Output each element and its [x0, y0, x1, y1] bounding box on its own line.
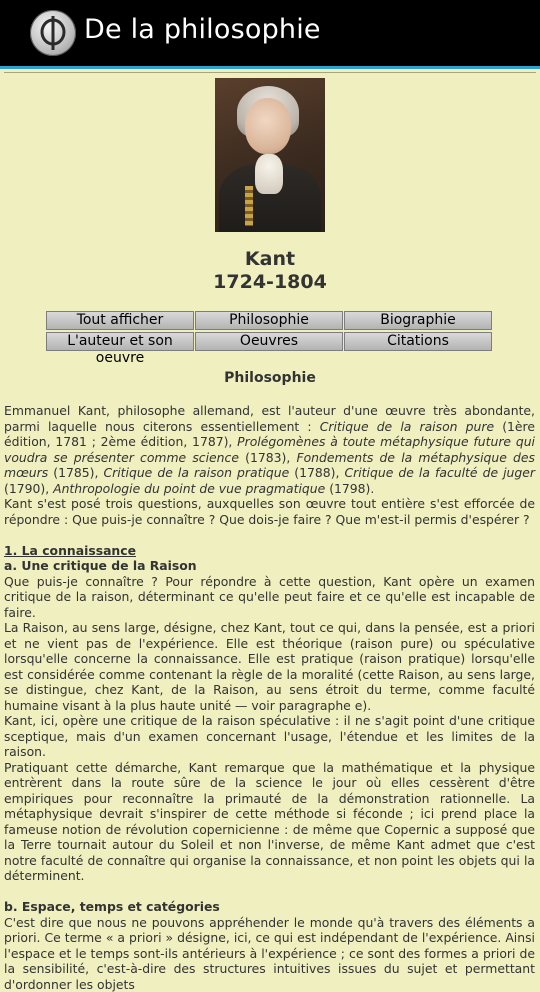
section-title: Philosophie [0, 370, 540, 386]
paragraph: Kant, ici, opère une critique de la rais… [4, 713, 535, 760]
heading-knowledge: 1. La connaissance [4, 543, 535, 559]
app-bar-accent [0, 66, 540, 69]
paragraph: Pratiquant cette démarche, Kant remarque… [4, 760, 535, 884]
subheading-space-time: b. Espace, temps et catégories [4, 899, 535, 915]
app-bar: De la philosophie [0, 0, 540, 66]
paragraph: C'est dire que nous ne pouvons appréhend… [4, 915, 535, 992]
paragraph: Que puis-je connaître ? Pour répondre à … [4, 574, 535, 621]
show-all-button[interactable]: Tout afficher [46, 311, 194, 330]
quotes-button[interactable]: Citations [344, 332, 492, 351]
portrait-image [215, 78, 325, 232]
paragraph: La Raison, au sens large, désigne, chez … [4, 620, 535, 713]
divider [4, 72, 536, 73]
works-button[interactable]: Oeuvres [195, 332, 343, 351]
intro-paragraph: Emmanuel Kant, philosophe allemand, est … [4, 403, 535, 496]
phi-icon[interactable] [30, 10, 76, 56]
app-title: De la philosophie [84, 14, 321, 45]
subheading-critique: a. Une critique de la Raison [4, 558, 535, 574]
questions-paragraph: Kant s'est posé trois questions, auxquel… [4, 496, 535, 527]
article-content: Emmanuel Kant, philosophe allemand, est … [4, 403, 535, 992]
author-and-work-button[interactable]: L'auteur et son oeuvre [46, 332, 194, 351]
biography-button[interactable]: Biographie [344, 311, 492, 330]
philosopher-name: Kant [0, 248, 540, 270]
philosophy-button[interactable]: Philosophie [195, 311, 343, 330]
philosopher-dates: 1724-1804 [0, 271, 540, 293]
